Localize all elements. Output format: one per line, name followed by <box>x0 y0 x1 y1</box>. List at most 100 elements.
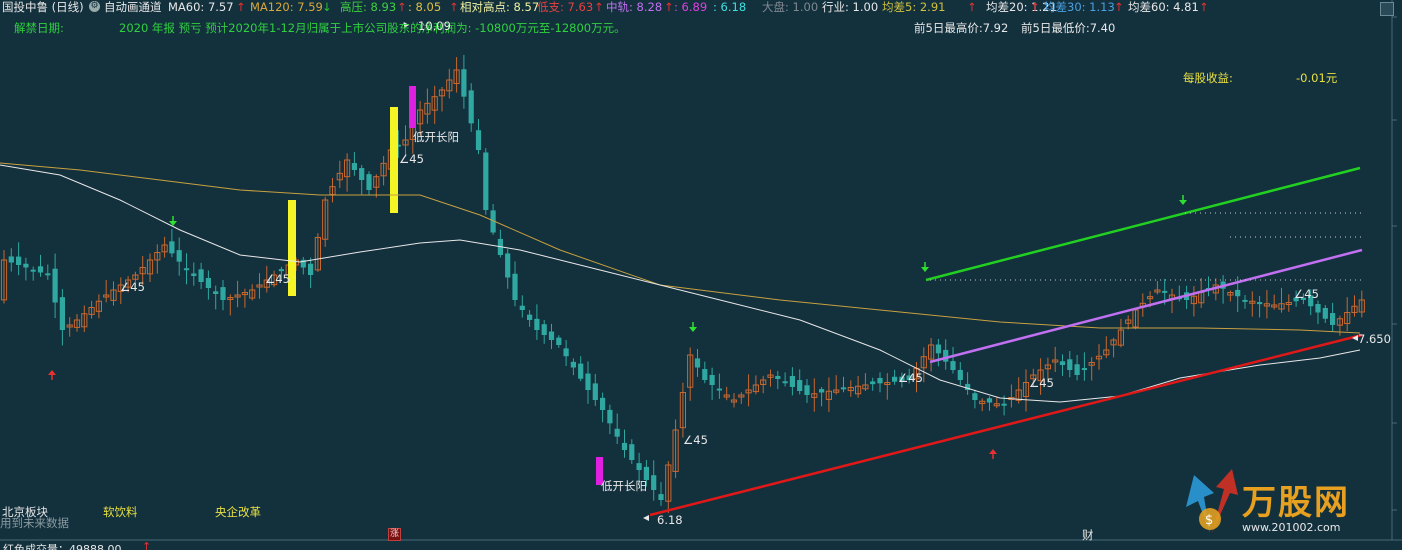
candle <box>81 305 88 333</box>
candle-body <box>519 305 525 310</box>
candle-body <box>1081 368 1087 371</box>
candle <box>37 254 44 277</box>
candle-body <box>1315 304 1321 313</box>
candle <box>431 85 438 124</box>
candle <box>0 250 8 304</box>
candle <box>241 288 249 308</box>
candle <box>819 387 825 407</box>
pattern-label-gap-up: 低开长阳 <box>601 479 647 493</box>
candle-body <box>1074 364 1080 375</box>
kline-chart-window[interactable]: 国投中鲁 (日线) ⚙ 自动画通道 MA60: 7.57 ↑ MA120: 7.… <box>0 0 1402 550</box>
ma60-value: MA60: 7.57 <box>168 0 234 14</box>
avg60-value: 均差60: 4.81 <box>1128 0 1199 14</box>
candle-body <box>578 363 584 379</box>
candle <box>183 253 190 285</box>
candle <box>256 273 263 299</box>
candle-body <box>505 253 511 278</box>
candle <box>16 242 22 276</box>
candle <box>336 160 343 189</box>
candle-body <box>957 369 963 380</box>
eps-label: 每股收益: <box>1183 71 1233 85</box>
candle <box>687 347 694 401</box>
market-value: 大盘: 1.00 <box>762 0 819 14</box>
panel-collapse-button[interactable] <box>1380 2 1394 16</box>
arrow-down-icon <box>689 322 697 332</box>
candle <box>847 380 854 397</box>
candle <box>833 375 840 395</box>
candle <box>665 461 672 514</box>
candle <box>146 253 154 283</box>
candle-body <box>629 444 635 460</box>
candle <box>1132 307 1139 330</box>
candle <box>621 429 628 458</box>
candle-body <box>534 318 540 330</box>
auto-channel-toggle[interactable]: 自动画通道 <box>104 0 162 14</box>
finance-flag[interactable]: 财 <box>1082 527 1094 543</box>
candle <box>234 280 241 308</box>
candle-body <box>943 349 949 362</box>
candle <box>1022 369 1030 412</box>
candle <box>738 392 745 404</box>
candle <box>227 294 234 316</box>
candle-body <box>45 273 51 276</box>
candle <box>789 367 795 396</box>
candle-body <box>278 269 284 272</box>
candle <box>1059 354 1066 376</box>
candle-body <box>702 369 708 380</box>
candle <box>344 153 351 192</box>
candle <box>578 356 584 382</box>
sector-tag[interactable]: 央企改革 <box>215 504 261 520</box>
candle <box>66 317 73 337</box>
candle-body <box>169 241 175 254</box>
candle <box>928 337 935 372</box>
upper-channel-line <box>925 166 1361 282</box>
high-press-value: 高压: 8.93 <box>340 0 397 14</box>
candle <box>592 373 598 406</box>
candle-body <box>782 381 788 384</box>
candle <box>862 373 869 391</box>
candle <box>658 482 664 506</box>
candle-body <box>23 263 29 268</box>
candle-body <box>198 269 204 282</box>
rise-flag-badge[interactable]: 涨 <box>388 528 401 541</box>
candle <box>461 54 467 109</box>
candle-body <box>1235 289 1241 297</box>
candle-body <box>8 256 14 263</box>
candle <box>45 264 51 280</box>
candle <box>329 177 336 203</box>
future-data-note: 用到未来数据 <box>0 516 69 530</box>
candle-body <box>213 291 219 294</box>
candle <box>468 83 474 132</box>
candle <box>366 171 372 195</box>
sector-tag[interactable]: 软饮料 <box>103 504 138 520</box>
candle <box>351 152 357 176</box>
candle <box>1103 336 1110 359</box>
candle <box>1205 276 1212 297</box>
candle <box>483 148 489 215</box>
candle-body <box>592 383 598 400</box>
candle-body <box>461 69 467 97</box>
candle <box>527 310 533 327</box>
prev5-high: 前5日最高价:7.92 <box>914 21 1009 35</box>
candle-body <box>658 494 664 500</box>
candle <box>972 389 978 409</box>
candle <box>1081 352 1087 381</box>
candle <box>548 323 555 350</box>
arrow-up-icon <box>989 449 997 459</box>
candle <box>446 68 453 99</box>
avg30-value: 均差30: 1.13 <box>1044 0 1115 14</box>
candle <box>723 386 730 401</box>
arrow-up-icon <box>48 370 56 380</box>
candle <box>1125 315 1132 330</box>
stock-title[interactable]: 国投中鲁 (日线) <box>2 0 84 14</box>
candle-body <box>1059 361 1066 365</box>
gear-icon[interactable]: ⚙ <box>89 1 100 12</box>
candle <box>1263 290 1271 319</box>
candle-body <box>563 348 569 357</box>
avg5-value: 均差5: 2.91 <box>882 0 946 14</box>
candle-body <box>621 442 628 450</box>
candle-body <box>351 163 357 170</box>
candle <box>694 349 701 377</box>
angle-label: ∠45 <box>265 272 290 286</box>
candle <box>1285 294 1292 312</box>
